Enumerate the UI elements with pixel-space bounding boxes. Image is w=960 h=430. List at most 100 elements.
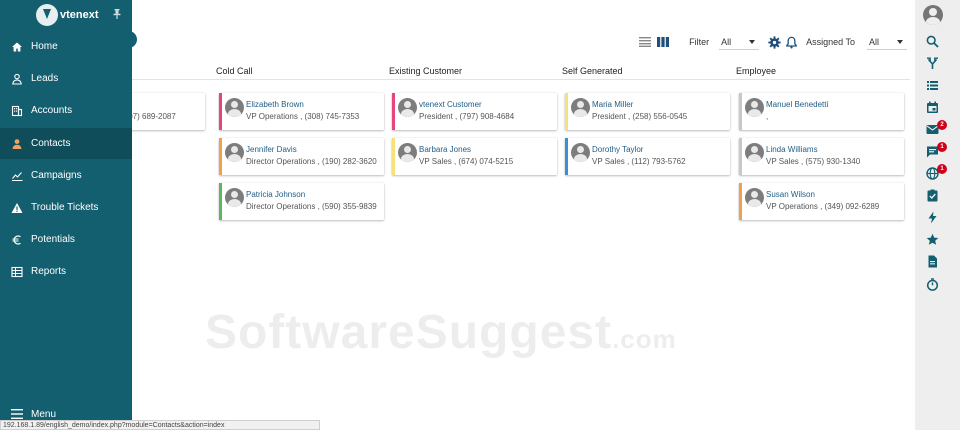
contact-card[interactable]: Patricia Johnson Director Operations , (… bbox=[219, 183, 384, 220]
hamburger-icon bbox=[11, 409, 23, 419]
contact-name[interactable]: Susan Wilson bbox=[766, 190, 815, 199]
person-icon bbox=[11, 73, 23, 85]
contact-card-subtitle: Director Operations , (190) 282-3620 bbox=[246, 157, 377, 166]
filter-select[interactable]: All bbox=[719, 34, 760, 50]
contact-name[interactable]: Dorothy Taylor bbox=[592, 145, 643, 154]
trend-icon bbox=[11, 170, 23, 182]
home-icon bbox=[11, 41, 23, 53]
card-color-bar bbox=[739, 93, 742, 130]
kanban-toolbar: Filter All Assigned To All bbox=[639, 32, 907, 52]
contact-avatar bbox=[745, 143, 764, 162]
card-color-bar bbox=[739, 138, 742, 175]
chevron-down-icon bbox=[749, 39, 756, 44]
timer-icon[interactable] bbox=[926, 278, 939, 291]
sidebar-item-label: Leads bbox=[31, 73, 59, 84]
pin-icon[interactable] bbox=[112, 9, 122, 19]
checklist-icon[interactable] bbox=[926, 189, 939, 202]
contact-card[interactable]: Maria Miller President , (258) 556-0545 bbox=[565, 93, 730, 130]
gear-icon[interactable] bbox=[768, 35, 781, 49]
card-color-bar bbox=[219, 93, 222, 130]
right-sidebar: 2 1 1 bbox=[915, 0, 960, 430]
card-color-bar bbox=[219, 183, 222, 220]
logo-mark bbox=[36, 4, 58, 26]
contact-card-subtitle: President , (258) 556-0545 bbox=[592, 112, 688, 121]
contact-card-subtitle: President , (797) 908-4684 bbox=[419, 112, 515, 121]
contact-name[interactable]: Barbara Jones bbox=[419, 145, 471, 154]
assigned-to-label: Assigned To bbox=[806, 37, 855, 47]
bell-icon[interactable] bbox=[785, 36, 798, 49]
globe-badge: 1 bbox=[937, 164, 947, 174]
card-color-bar bbox=[565, 138, 568, 175]
contact-card[interactable]: Elizabeth Brown VP Operations , (308) 74… bbox=[219, 93, 384, 130]
contact-card[interactable]: Manuel Benedetti , bbox=[739, 93, 904, 130]
contact-card[interactable]: Jennifer Davis Director Operations , (19… bbox=[219, 138, 384, 175]
sidebar-item-trouble-tickets[interactable]: Trouble Tickets bbox=[0, 192, 132, 223]
person-icon bbox=[11, 138, 23, 150]
contact-card-subtitle: VP Sales , (575) 930-1340 bbox=[766, 157, 861, 166]
contact-name[interactable]: vtenext Customer bbox=[419, 100, 482, 109]
menu-label: Menu bbox=[31, 408, 57, 420]
sidebar-item-campaigns[interactable]: Campaigns bbox=[0, 160, 132, 191]
contact-card-subtitle: VP Operations , (349) 092-6289 bbox=[766, 202, 880, 211]
contact-card-subtitle: VP Sales , (674) 074-5215 bbox=[419, 157, 514, 166]
contact-avatar bbox=[745, 98, 764, 117]
branch-icon[interactable] bbox=[926, 57, 939, 70]
euro-icon bbox=[11, 234, 23, 246]
search-icon[interactable] bbox=[926, 35, 939, 48]
star-icon[interactable] bbox=[926, 233, 939, 246]
contact-name[interactable]: Manuel Benedetti bbox=[766, 100, 828, 109]
contact-avatar bbox=[225, 143, 244, 162]
contact-name[interactable]: Linda Williams bbox=[766, 145, 818, 154]
assigned-to-select-value: All bbox=[869, 36, 880, 47]
card-color-bar bbox=[392, 138, 395, 175]
contact-card[interactable]: Susan Wilson VP Operations , (349) 092-6… bbox=[739, 183, 904, 220]
user-avatar[interactable] bbox=[923, 5, 943, 25]
logo-text: vtenext bbox=[60, 9, 99, 21]
sidebar-item-label: Accounts bbox=[31, 105, 73, 116]
left-sidebar: vtenext Home Leads Accounts Contacts Cam… bbox=[0, 0, 137, 430]
list-view-icon[interactable] bbox=[639, 37, 652, 47]
contact-avatar bbox=[398, 98, 417, 117]
contact-name[interactable]: Elizabeth Brown bbox=[246, 100, 304, 109]
contact-card-subtitle: VP Sales , (112) 793-5762 bbox=[592, 157, 686, 166]
sidebar-item-contacts[interactable]: Contacts bbox=[0, 128, 132, 159]
contact-card[interactable]: vtenext Customer President , (797) 908-4… bbox=[392, 93, 557, 130]
contact-card[interactable]: Linda Williams VP Sales , (575) 930-1340 bbox=[739, 138, 904, 175]
bolt-icon[interactable] bbox=[926, 211, 939, 224]
table-icon bbox=[11, 266, 23, 278]
sidebar-item-label: Campaigns bbox=[31, 170, 82, 181]
status-bar-url: 192.168.1.89/english_demo/index.php?modu… bbox=[0, 420, 320, 430]
calendar-icon[interactable] bbox=[926, 101, 939, 114]
contact-avatar bbox=[571, 98, 590, 117]
assigned-to-select[interactable]: All bbox=[867, 34, 907, 50]
contact-card[interactable]: Dorothy Taylor VP Sales , (112) 793-5762 bbox=[565, 138, 730, 175]
card-color-bar bbox=[219, 138, 222, 175]
filter-label: Filter bbox=[689, 37, 710, 47]
watermark-suffix: .com bbox=[612, 324, 677, 354]
contact-name[interactable]: Maria Miller bbox=[592, 100, 633, 109]
sidebar-item-reports[interactable]: Reports bbox=[0, 256, 132, 287]
contact-avatar bbox=[571, 143, 590, 162]
contact-name[interactable]: Patricia Johnson bbox=[246, 190, 305, 199]
contact-card[interactable]: Barbara Jones VP Sales , (674) 074-5215 bbox=[392, 138, 557, 175]
contact-avatar bbox=[745, 188, 764, 207]
sidebar-item-potentials[interactable]: Potentials bbox=[0, 224, 132, 255]
warning-icon bbox=[11, 202, 23, 214]
card-color-bar bbox=[392, 93, 395, 130]
kanban-view-icon[interactable] bbox=[657, 37, 670, 47]
card-color-bar bbox=[739, 183, 742, 220]
column-header-existing-customer: Existing Customer bbox=[389, 66, 463, 76]
sidebar-item-leads[interactable]: Leads bbox=[0, 63, 132, 94]
sidebar-item-accounts[interactable]: Accounts bbox=[0, 95, 132, 126]
sidebar-item-home[interactable]: Home bbox=[0, 31, 132, 62]
list-icon[interactable] bbox=[926, 79, 939, 92]
app-logo[interactable]: vtenext bbox=[36, 4, 99, 26]
contact-card-subtitle: VP Operations , (308) 745-7353 bbox=[246, 112, 360, 121]
filter-select-value: All bbox=[721, 36, 732, 47]
building-icon bbox=[11, 105, 23, 117]
watermark-text: SoftwareSuggest bbox=[205, 306, 613, 359]
sidebar-item-label: Contacts bbox=[31, 138, 71, 149]
contact-name[interactable]: Jennifer Davis bbox=[246, 145, 297, 154]
document-icon[interactable] bbox=[926, 255, 939, 268]
watermark: SoftwareSuggest.com bbox=[205, 305, 677, 360]
